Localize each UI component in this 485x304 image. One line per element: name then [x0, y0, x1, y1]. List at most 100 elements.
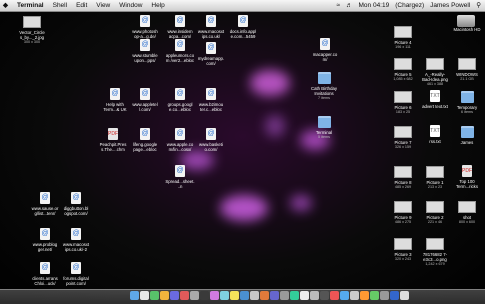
- desktop-icon[interactable]: @ appleumors.com /ver2...ebloc: [165, 39, 195, 63]
- desktop-icon-info: 213 x 23: [427, 185, 443, 189]
- desktop-icon[interactable]: Vector_Circle s_by..._2.jpg 300 x 300: [17, 15, 47, 45]
- desktop-icon[interactable]: WINDOWS 21.1 GB: [452, 57, 482, 82]
- desktop-icon[interactable]: Picture 6 183 x 25: [388, 90, 418, 115]
- desktop-icon[interactable]: @ www.macosxt ips.co.uk/: [196, 15, 226, 39]
- image-file-icon: [426, 58, 444, 70]
- dock-app-icon[interactable]: [130, 291, 139, 300]
- desktop-icon-info: 326 x 159: [394, 145, 412, 149]
- user-menu[interactable]: James Powell: [430, 0, 470, 11]
- desktop-icon[interactable]: @ www.macosxt ips.co.uk/-2: [61, 228, 91, 252]
- desktop-icon[interactable]: A_-Really- Bad-Idea.png 461 x 388: [420, 57, 450, 87]
- dock-app-icon[interactable]: [220, 291, 229, 300]
- dock-app-icon[interactable]: [370, 291, 379, 300]
- volume-icon[interactable]: ♬: [346, 0, 353, 11]
- desktop-icon[interactable]: @ www.stumble upon...pps/: [130, 39, 160, 63]
- apple-menu-icon[interactable]: ◆: [3, 0, 8, 11]
- dock-app-icon[interactable]: [190, 291, 199, 300]
- dock-app-icon[interactable]: [150, 291, 159, 300]
- dock-app-icon[interactable]: [290, 291, 299, 300]
- dock-app-icon[interactable]: [180, 291, 189, 300]
- dock-app-icon[interactable]: [380, 291, 389, 300]
- desktop-icon[interactable]: shot 800 x 600: [452, 200, 482, 225]
- desktop-icon[interactable]: PDF Top 100 Term...ricks: [452, 165, 482, 189]
- desktop-icon[interactable]: PDF Peachpit.Pres s.The....chm: [98, 128, 128, 152]
- dock-app-icon[interactable]: [360, 291, 369, 300]
- folder-icon: [317, 116, 331, 128]
- desktop-icon[interactable]: @ www.b2imou ter.c...ebloc: [196, 88, 226, 112]
- dock-app-icon[interactable]: [310, 291, 319, 300]
- dock-app-icon[interactable]: [400, 291, 409, 300]
- spotlight-icon[interactable]: ⚲: [476, 0, 481, 11]
- webloc-file-icon: @: [140, 15, 150, 27]
- pdf-file-icon: PDF: [462, 165, 472, 177]
- desktop-icon[interactable]: TXT rss.txt: [420, 125, 450, 144]
- dock-app-icon[interactable]: [170, 291, 179, 300]
- dock-app-icon[interactable]: [340, 291, 349, 300]
- desktop-icon[interactable]: @ diggbutton.bl ogspot.com/: [61, 192, 91, 216]
- menu-app-terminal[interactable]: Terminal: [17, 0, 44, 11]
- dock-app-icon[interactable]: [250, 291, 259, 300]
- desktop-icon[interactable]: @ Spread...sheet...n: [165, 165, 195, 189]
- desktop-icon[interactable]: 78176682 7-e3c3...o.png 1,242 x 679: [420, 237, 450, 267]
- desktop-icon[interactable]: Picture 9 486 x 275: [388, 200, 418, 225]
- desktop-icon[interactable]: @ lifeng.google page...ebloc: [130, 128, 160, 152]
- desktop-icon[interactable]: @ www.sause.or g/list...tenr/: [30, 192, 60, 216]
- desktop-icon[interactable]: @ www.problog ger.net/: [30, 228, 60, 252]
- desktop-icon[interactable]: @ docs.info.appl e.com...5459: [228, 15, 258, 39]
- dock-app-icon[interactable]: [390, 291, 399, 300]
- desktop-icon[interactable]: @ mydreamapp. com/: [196, 42, 226, 66]
- desktop-icon[interactable]: TXT advert text.txt: [420, 90, 450, 109]
- dock-app-icon[interactable]: [300, 291, 309, 300]
- dock-app-icon[interactable]: [230, 291, 239, 300]
- menu-window[interactable]: Window: [119, 0, 142, 11]
- dock-app-icon[interactable]: [350, 291, 359, 300]
- dock-app-icon[interactable]: [270, 291, 279, 300]
- desktop-icon[interactable]: @ www.insidem acpa...com/: [165, 15, 195, 39]
- webloc-file-icon: @: [206, 15, 216, 27]
- desktop-icon[interactable]: Picture 7 326 x 159: [388, 125, 418, 150]
- desktop-icon[interactable]: @ www.basketi o.com/: [196, 128, 226, 152]
- desktop-icon[interactable]: Cath Birthday Invitations 7 items: [309, 71, 339, 101]
- desktop-icon[interactable]: Picture 2 221 x 46: [420, 200, 450, 225]
- menu-edit[interactable]: Edit: [76, 0, 87, 11]
- desktop-icon[interactable]: @ macapper.co m/: [310, 38, 340, 62]
- desktop-icon[interactable]: James: [452, 125, 482, 145]
- desktop-icon[interactable]: @ Help with Term...& UK: [100, 88, 130, 112]
- dock-app-icon[interactable]: [200, 291, 209, 300]
- wallpaper-glow: [220, 195, 268, 221]
- desktop-icon[interactable]: @ www.apple.co m/lin...cosx/: [165, 128, 195, 152]
- desktop-icon[interactable]: Picture 1 213 x 23: [420, 165, 450, 190]
- image-file-icon: [426, 166, 444, 178]
- desktop-icon[interactable]: Picture 5 1,085 x 682: [388, 57, 418, 82]
- hard-drive-icon[interactable]: [457, 15, 475, 27]
- dock-app-icon[interactable]: [140, 291, 149, 300]
- dock-app-icon[interactable]: [240, 291, 249, 300]
- menu-shell[interactable]: Shell: [53, 0, 67, 11]
- dock-app-icon[interactable]: [330, 291, 339, 300]
- desktop-icon-label: www.macosxt ips.co.uk/-2: [62, 242, 90, 252]
- dock-app-icon[interactable]: [210, 291, 219, 300]
- dock-app-icon[interactable]: [260, 291, 269, 300]
- desktop-icon[interactable]: Picture 4 196 x 111: [388, 25, 418, 50]
- desktop-icon-label: www.problog ger.net/: [32, 242, 58, 252]
- menu-view[interactable]: View: [96, 0, 110, 11]
- desktop-icon[interactable]: @ www.appletel l.com/: [130, 88, 160, 112]
- wifi-icon[interactable]: ≈: [336, 0, 340, 11]
- dock-app-icon[interactable]: [320, 291, 329, 300]
- menu-help[interactable]: Help: [151, 0, 164, 11]
- dock-app-icon[interactable]: [160, 291, 169, 300]
- clock[interactable]: Mon 04:19: [359, 0, 390, 11]
- desktop-icon-label: Top 100 Term...ricks: [456, 179, 478, 189]
- desktop-icon[interactable]: Picture 8 485 x 269: [388, 165, 418, 190]
- folder-icon: [460, 91, 474, 103]
- desktop-icon[interactable]: Temporary 6 items: [452, 90, 482, 115]
- desktop-icon[interactable]: @ clients.arrans Chloi...uck/: [30, 262, 60, 286]
- desktop-icon-label: Vector_Circle s_by..._2.jpg: [19, 30, 45, 40]
- desktop-icon[interactable]: Terminal 5 items: [309, 115, 339, 140]
- desktop-icon[interactable]: Picture 3 320 x 243: [388, 237, 418, 262]
- desktop-icon[interactable]: @ forums.digital point.com/: [61, 262, 91, 286]
- dock-app-icon[interactable]: [280, 291, 289, 300]
- desktop-icon[interactable]: @ groups.googl e.co...ebloc: [165, 88, 195, 112]
- input-menu[interactable]: (Chargez): [395, 0, 424, 11]
- desktop-icon[interactable]: @ www.photosh op-a...g.de/: [130, 15, 160, 39]
